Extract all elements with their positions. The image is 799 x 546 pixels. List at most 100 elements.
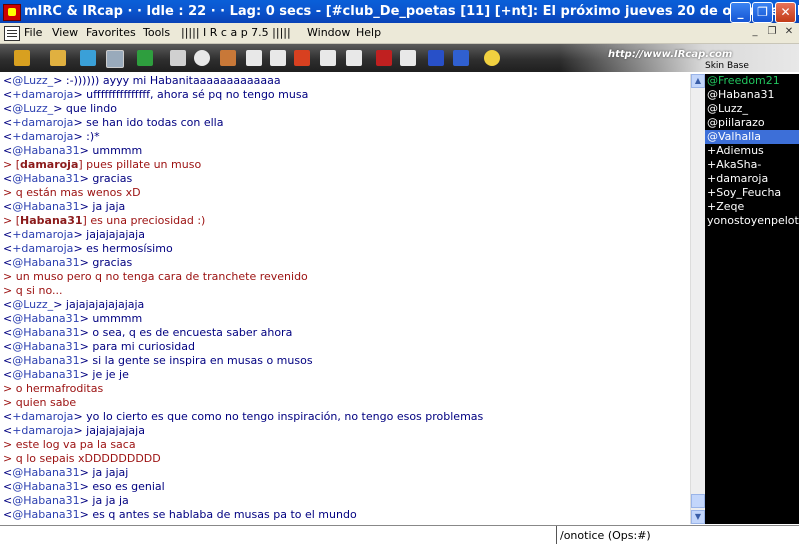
colors-icon[interactable]	[220, 50, 236, 66]
timer-icon[interactable]	[194, 50, 210, 66]
nick-bracket: >	[73, 242, 87, 255]
tile-windows-icon[interactable]	[428, 50, 444, 66]
scripts-icon[interactable]	[137, 50, 153, 66]
chat-scrollbar[interactable]: ▲ ▼	[690, 74, 705, 524]
chat-nick[interactable]: @Habana31	[12, 466, 79, 479]
chat-line: <+damaroja> jajajajajaja	[3, 228, 145, 242]
help-bulb-icon[interactable]	[484, 50, 500, 66]
nick-list-item[interactable]: +Adiemus	[705, 144, 799, 158]
chat-message: para mi curiosidad	[92, 340, 195, 353]
url-catcher-icon[interactable]	[270, 50, 286, 66]
chat-line: <@Habana31> ja jajaj	[3, 466, 128, 480]
nick-list-item[interactable]: @Valhalla	[705, 130, 799, 144]
options-icon[interactable]	[50, 50, 66, 66]
mirc-app-icon[interactable]	[3, 4, 21, 21]
chat-message: ummmm	[92, 144, 143, 157]
chat-nick[interactable]: @Habana31	[12, 494, 79, 507]
chat-nick[interactable]: @Luzz_	[12, 298, 53, 311]
menu-file[interactable]: File	[24, 26, 42, 39]
nick-list-item[interactable]: +damaroja	[705, 172, 799, 186]
chat-nick[interactable]: +damaroja	[12, 424, 73, 437]
channel-window-icon[interactable]	[4, 26, 20, 41]
own-message-marker: >	[3, 270, 16, 283]
menu-help[interactable]: Help	[356, 26, 381, 39]
chat-area[interactable]: <@Luzz_> :-)))))) ayyy mi Habanitaaaaaaa…	[0, 74, 690, 524]
maximize-button[interactable]: ❐	[752, 2, 773, 23]
ircap-website-link[interactable]: http://www.IRcap.com	[608, 49, 732, 60]
nick-list-item[interactable]: +AkaSha-	[705, 158, 799, 172]
channels-list-icon[interactable]	[106, 50, 124, 68]
chat-nick[interactable]: @Habana31	[12, 326, 79, 339]
nick-bracket: <	[3, 172, 13, 185]
menu-view[interactable]: View	[52, 26, 78, 39]
chat-nick[interactable]: @Habana31	[12, 368, 79, 381]
chat-nick[interactable]: +damaroja	[12, 410, 73, 423]
connect-icon[interactable]	[14, 50, 30, 66]
chat-nick[interactable]: +damaroja	[12, 88, 73, 101]
nick-bracket: ]	[78, 158, 87, 171]
nick-list-item[interactable]: @Habana31	[705, 88, 799, 102]
menu-favorites[interactable]: Favorites	[86, 26, 136, 39]
nick-list-item[interactable]: +Soy_Feucha	[705, 186, 799, 200]
chat-nick[interactable]: +damaroja	[12, 116, 73, 129]
url-list-icon[interactable]	[400, 50, 416, 66]
notify-icon[interactable]	[346, 50, 362, 66]
dcc-icon[interactable]	[294, 50, 310, 66]
chat-nick[interactable]: damaroja	[20, 158, 78, 171]
chat-nick[interactable]: +damaroja	[12, 228, 73, 241]
nick-bracket: >	[73, 88, 87, 101]
chat-line: > un muso pero q no tenga cara de tranch…	[3, 270, 308, 284]
nick-list-item[interactable]: yonostoyenpelot	[705, 214, 799, 228]
nick-list-item[interactable]: +Zeqe	[705, 200, 799, 214]
chat-nick[interactable]: @Habana31	[12, 340, 79, 353]
away-icon[interactable]	[320, 50, 336, 66]
mdi-restore-button[interactable]: ❐	[765, 26, 779, 39]
chat-nick[interactable]: @Habana31	[12, 144, 79, 157]
chat-nick[interactable]: @Luzz_	[12, 102, 53, 115]
chat-line: <@Habana31> ummmm	[3, 312, 142, 326]
nick-list-item[interactable]: @Freedom21	[705, 74, 799, 88]
log-viewer-icon[interactable]	[246, 50, 262, 66]
mdi-close-button[interactable]: ✕	[782, 26, 796, 39]
chat-nick[interactable]: @Habana31	[12, 508, 79, 521]
chat-nick[interactable]: +damaroja	[12, 242, 73, 255]
chat-nick[interactable]: @Habana31	[12, 480, 79, 493]
no-icon[interactable]	[376, 50, 392, 66]
minimize-button[interactable]: _	[730, 2, 751, 23]
message-input[interactable]	[558, 527, 799, 543]
chat-nick[interactable]: @Habana31	[12, 256, 79, 269]
scroll-thumb[interactable]	[691, 494, 705, 508]
scroll-down-arrow-icon[interactable]: ▼	[691, 510, 705, 524]
close-button[interactable]: ✕	[775, 2, 796, 23]
chat-nick[interactable]: @Habana31	[12, 354, 79, 367]
cascade-windows-icon[interactable]	[453, 50, 469, 66]
chat-line: > [Habana31] es una preciosidad :)	[3, 214, 205, 228]
chat-message: jajajajajajajaja	[65, 298, 145, 311]
notes-icon[interactable]	[170, 50, 186, 66]
own-message-marker: >	[3, 452, 16, 465]
menu-bar: File View Favorites Tools ||||| I R c a …	[0, 23, 799, 44]
menu-ircap[interactable]: ||||| I R c a p 7.5 |||||	[181, 26, 291, 39]
chat-nick[interactable]: @Habana31	[12, 200, 79, 213]
scroll-up-arrow-icon[interactable]: ▲	[691, 74, 705, 88]
mdi-minimize-button[interactable]: _	[748, 26, 762, 39]
nick-bracket: >	[79, 326, 93, 339]
chat-line: > este log va pa la saca	[3, 438, 136, 452]
nick-list-item[interactable]: @Luzz_	[705, 102, 799, 116]
address-book-icon[interactable]	[80, 50, 96, 66]
menu-window[interactable]: Window	[307, 26, 350, 39]
nick-bracket: <	[3, 326, 13, 339]
chat-message: que lindo	[65, 102, 117, 115]
chat-nick[interactable]: @Habana31	[12, 312, 79, 325]
chat-nick[interactable]: @Habana31	[12, 172, 79, 185]
chat-nick[interactable]: Habana31	[20, 214, 83, 227]
nick-list-item[interactable]: @piilarazo	[705, 116, 799, 130]
nick-bracket: >	[73, 228, 87, 241]
nick-bracket: >	[79, 494, 93, 507]
nick-list[interactable]: @Freedom21 @Habana31 @Luzz_ @piilarazo @Valh…	[705, 74, 799, 524]
chat-nick[interactable]: +damaroja	[12, 130, 73, 143]
nick-bracket: >	[79, 312, 93, 325]
chat-nick[interactable]: @Luzz_	[12, 74, 53, 87]
menu-tools[interactable]: Tools	[143, 26, 170, 39]
chat-message: un muso pero q no tenga cara de tranchet…	[15, 270, 308, 283]
